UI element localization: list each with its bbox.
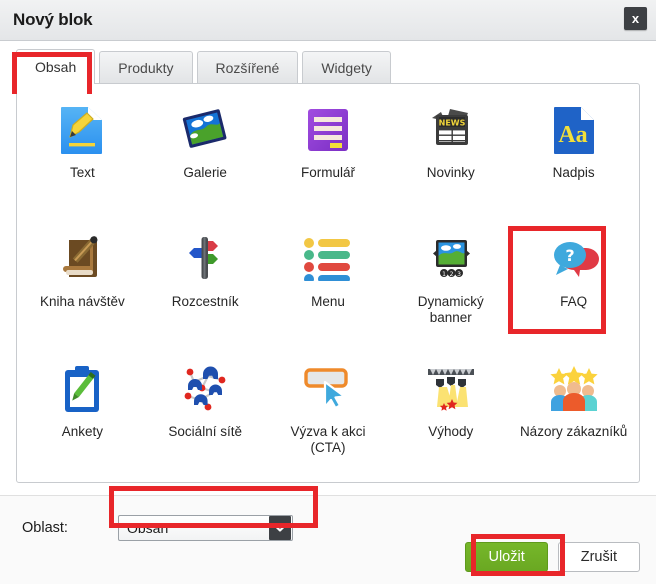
cancel-button[interactable]: Zrušit bbox=[557, 542, 640, 572]
svg-text:2: 2 bbox=[449, 271, 453, 278]
block-item-label: Kniha návštěv bbox=[39, 294, 125, 310]
svg-text:?: ? bbox=[565, 246, 574, 265]
block-item-label: Ankety bbox=[61, 423, 104, 439]
block-item-label: Rozcestník bbox=[171, 294, 239, 310]
block-type-grid: Text Galerie Formulář NEWS Novinky Aa Na… bbox=[17, 84, 639, 482]
new-block-dialog: Nový blok x Obsah Produkty Rozšířené Wid… bbox=[0, 0, 656, 584]
cta-cursor-button-icon bbox=[300, 361, 356, 417]
block-type-panel: Text Galerie Formulář NEWS Novinky Aa Na… bbox=[16, 83, 640, 483]
svg-text:3: 3 bbox=[457, 271, 461, 278]
block-item-rozcestnik[interactable]: Rozcestník bbox=[144, 219, 267, 348]
tab-label: Rozšířené bbox=[215, 59, 280, 76]
page-title: Nový blok bbox=[13, 10, 93, 29]
dialog-titlebar: Nový blok x bbox=[0, 0, 656, 41]
block-item-label: Výzva k akci (CTA) bbox=[290, 423, 366, 455]
region-select-value: Obsah bbox=[127, 520, 169, 536]
menu-list-icon bbox=[300, 231, 356, 287]
region-select[interactable]: Obsah bbox=[118, 515, 293, 541]
block-item-label: Nadpis bbox=[552, 165, 595, 180]
block-item-formular[interactable]: Formulář bbox=[267, 90, 390, 219]
heading-aa-icon: Aa bbox=[546, 102, 602, 158]
region-label: Oblast: bbox=[22, 520, 68, 536]
block-item-label: FAQ bbox=[560, 294, 588, 310]
block-item-dynamicky-banner[interactable]: 1 2 3 Dynamický banner bbox=[389, 219, 512, 348]
tab-widgety[interactable]: Widgety bbox=[302, 51, 391, 83]
region-row: Oblast: Obsah bbox=[0, 496, 656, 546]
svg-text:Aa: Aa bbox=[558, 122, 587, 148]
dynamic-banner-slider-icon: 1 2 3 bbox=[423, 231, 479, 287]
tab-highlight-mask bbox=[17, 88, 87, 94]
faq-speech-bubbles-icon: ? bbox=[546, 231, 602, 287]
block-item-label: Menu bbox=[311, 294, 345, 310]
block-item-label: Sociální sítě bbox=[168, 423, 242, 439]
tab-produkty[interactable]: Produkty bbox=[99, 51, 193, 83]
tab-bar: Obsah Produkty Rozšířené Widgety bbox=[0, 41, 656, 84]
block-item-label: Novinky bbox=[426, 165, 475, 180]
block-item-socialni-site[interactable]: Sociální sítě bbox=[144, 349, 267, 478]
dialog-button-row: Uložit Zrušit bbox=[465, 542, 640, 572]
close-icon[interactable]: x bbox=[624, 7, 647, 30]
block-item-label: Formulář bbox=[300, 165, 355, 180]
save-button[interactable]: Uložit bbox=[465, 542, 548, 572]
block-item-label: Názory zákazníků bbox=[519, 423, 628, 439]
gallery-photo-icon bbox=[177, 102, 233, 158]
block-item-nazory-zakazniku[interactable]: Názory zákazníků bbox=[512, 349, 635, 478]
tab-label: Widgety bbox=[321, 59, 372, 76]
block-item-faq[interactable]: ? FAQ bbox=[512, 219, 635, 348]
svg-text:1: 1 bbox=[442, 271, 446, 278]
social-network-icon bbox=[177, 361, 233, 417]
block-item-label: Text bbox=[70, 165, 95, 180]
signpost-icon bbox=[177, 231, 233, 287]
block-item-ankety[interactable]: Ankety bbox=[21, 349, 144, 478]
block-item-kniha-navstev[interactable]: Kniha návštěv bbox=[21, 219, 144, 348]
block-item-novinky[interactable]: NEWS Novinky bbox=[389, 90, 512, 219]
block-item-cta[interactable]: Výzva k akci (CTA) bbox=[267, 349, 390, 478]
tab-label: Obsah bbox=[35, 58, 77, 75]
tab-obsah[interactable]: Obsah bbox=[16, 49, 96, 84]
block-item-text[interactable]: Text bbox=[21, 90, 144, 219]
dialog-footer: Oblast: Obsah Uložit Zrušit bbox=[0, 495, 656, 584]
form-lines-icon bbox=[300, 102, 356, 158]
customer-reviews-stars-people-icon bbox=[546, 361, 602, 417]
block-item-label: Galerie bbox=[183, 165, 227, 180]
poll-clipboard-icon bbox=[54, 361, 110, 417]
block-item-galerie[interactable]: Galerie bbox=[144, 90, 267, 219]
text-document-pencil-icon bbox=[54, 102, 110, 158]
block-item-label: Výhody bbox=[428, 423, 474, 439]
block-item-nadpis[interactable]: Aa Nadpis bbox=[512, 90, 635, 219]
svg-text:NEWS: NEWS bbox=[438, 119, 465, 128]
chevron-down-icon[interactable] bbox=[269, 516, 291, 540]
block-item-menu[interactable]: Menu bbox=[267, 219, 390, 348]
tab-label: Produkty bbox=[118, 59, 174, 76]
news-newspaper-icon: NEWS bbox=[423, 102, 479, 158]
block-item-vyhody[interactable]: Výhody bbox=[389, 349, 512, 478]
block-item-label: Dynamický banner bbox=[417, 294, 484, 326]
tab-rozsirene[interactable]: Rozšířené bbox=[196, 51, 299, 83]
guestbook-book-pencil-icon bbox=[54, 231, 110, 287]
benefits-spotlight-icon bbox=[423, 361, 479, 417]
